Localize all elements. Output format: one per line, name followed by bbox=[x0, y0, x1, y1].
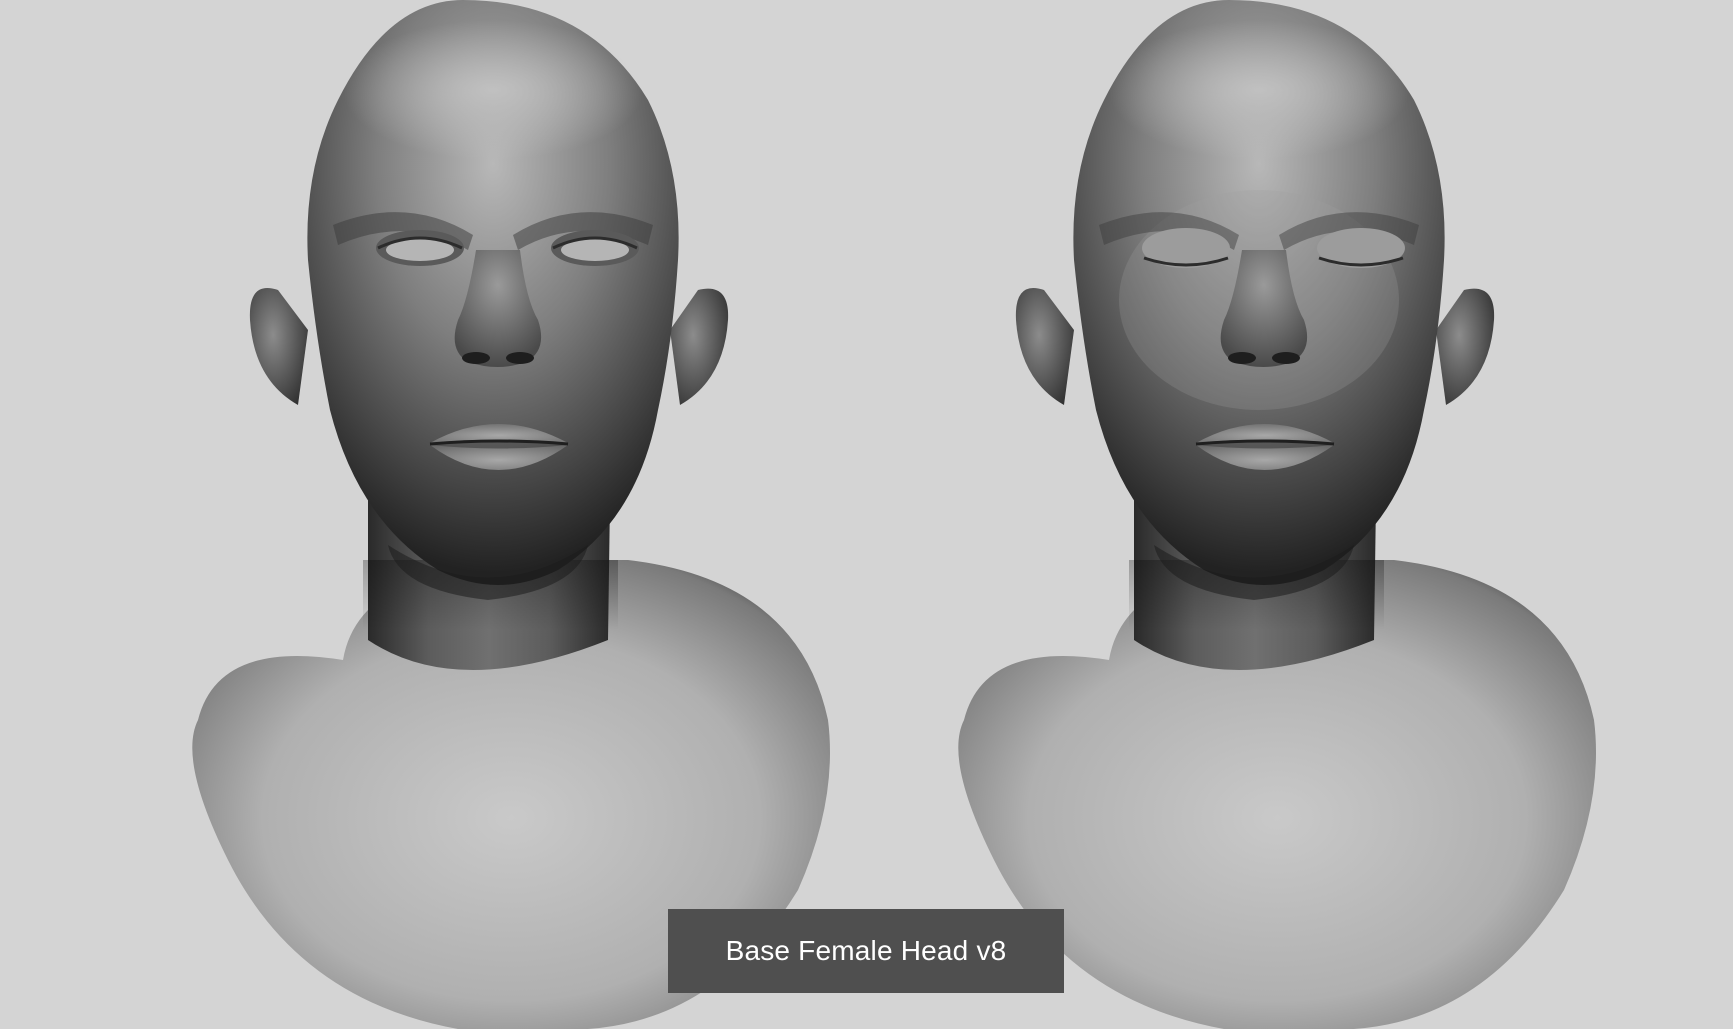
eye-right-closed bbox=[1317, 228, 1405, 268]
right-ear bbox=[670, 288, 729, 405]
render-viewport[interactable]: Base Female Head v8 bbox=[0, 0, 1733, 1029]
head-eyes-open bbox=[192, 0, 830, 1029]
head-eyes-closed bbox=[958, 0, 1596, 1029]
right-ear bbox=[1436, 288, 1495, 405]
eye-left bbox=[376, 230, 464, 266]
eye-left-closed bbox=[1142, 228, 1230, 268]
left-ear bbox=[249, 288, 308, 405]
left-ear bbox=[1015, 288, 1074, 405]
caption-label: Base Female Head v8 bbox=[668, 909, 1064, 993]
eye-right bbox=[551, 230, 639, 266]
